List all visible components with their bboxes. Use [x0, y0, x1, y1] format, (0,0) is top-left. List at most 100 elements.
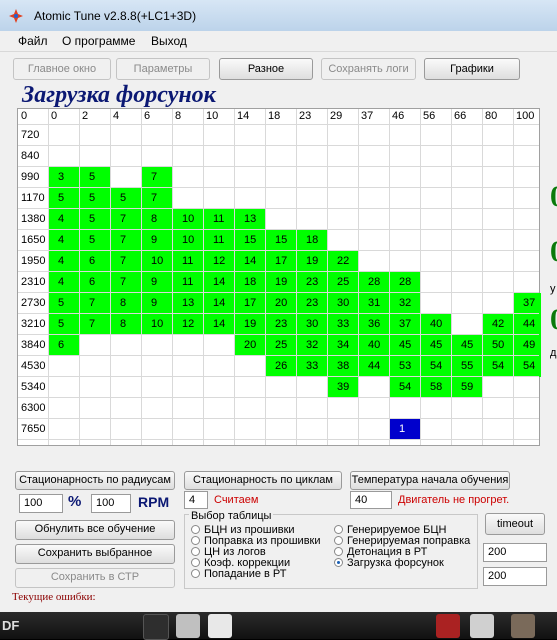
table-cell[interactable]: 17 [265, 251, 296, 272]
table-cell[interactable]: 7 [110, 230, 141, 251]
table-cell[interactable]: 54 [482, 356, 513, 377]
table-cell[interactable]: 22 [327, 251, 358, 272]
percent-input[interactable]: 100 [19, 494, 63, 513]
table-cell[interactable]: 45 [389, 335, 420, 356]
table-cell[interactable]: 6 [79, 251, 110, 272]
table-cell[interactable]: 40 [358, 335, 389, 356]
parameters-button[interactable]: Параметры [116, 58, 210, 80]
save-ctp-button[interactable]: Сохранить в СТР [15, 568, 175, 588]
table-cell[interactable]: 54 [389, 377, 420, 398]
table-cell[interactable]: 4 [48, 272, 79, 293]
taskbar-app-icon-5[interactable] [470, 614, 494, 638]
main-window-button[interactable]: Главное окно [13, 58, 111, 80]
save-logs-button[interactable]: Сохранять логи [321, 58, 416, 80]
table-cell[interactable]: 17 [234, 293, 265, 314]
menu-about[interactable]: О программе [62, 34, 135, 48]
table-cell[interactable]: 58 [420, 377, 451, 398]
table-cell[interactable]: 33 [296, 356, 327, 377]
table-cell[interactable]: 14 [234, 251, 265, 272]
table-cell[interactable]: 54 [513, 356, 541, 377]
table-cell[interactable]: 42 [482, 314, 513, 335]
count-input[interactable]: 4 [184, 491, 208, 509]
table-cell[interactable]: 49 [513, 335, 541, 356]
table-cell[interactable]: 8 [110, 293, 141, 314]
table-cell[interactable]: 54 [420, 356, 451, 377]
table-cell[interactable]: 5 [110, 188, 141, 209]
table-cell[interactable]: 28 [358, 272, 389, 293]
taskbar-app-icon-4[interactable] [436, 614, 460, 638]
table-cell[interactable]: 55 [451, 356, 482, 377]
table-cell[interactable]: 44 [358, 356, 389, 377]
table-cell[interactable]: 18 [296, 230, 327, 251]
table-cell[interactable]: 8 [110, 314, 141, 335]
table-cell[interactable]: 14 [203, 272, 234, 293]
table-cell[interactable]: 45 [420, 335, 451, 356]
value-field-1[interactable]: 200 [483, 543, 547, 562]
radio-injector-load[interactable]: Загрузка форсунок [334, 557, 444, 569]
value-field-2[interactable]: 200 [483, 567, 547, 586]
radio-hit-rt[interactable]: Попадание в РТ [191, 568, 287, 580]
table-cell[interactable]: 11 [172, 272, 203, 293]
table-cell[interactable]: 38 [327, 356, 358, 377]
table-cell[interactable]: 18 [234, 272, 265, 293]
taskbar-app-icon-1[interactable] [143, 614, 169, 640]
table-cell[interactable]: 13 [172, 293, 203, 314]
table-cell[interactable]: 14 [203, 293, 234, 314]
taskbar-app-icon-6[interactable] [511, 614, 535, 638]
table-cell[interactable]: 12 [203, 251, 234, 272]
save-selected-button[interactable]: Сохранить выбранное [15, 544, 175, 564]
table-cell[interactable]: 25 [265, 335, 296, 356]
table-cell[interactable]: 20 [265, 293, 296, 314]
table-cell[interactable]: 11 [203, 230, 234, 251]
table-cell[interactable]: 19 [265, 272, 296, 293]
table-cell[interactable]: 40 [420, 314, 451, 335]
table-cell[interactable]: 7 [110, 272, 141, 293]
charts-button[interactable]: Графики [424, 58, 520, 80]
misc-button[interactable]: Разное [219, 58, 313, 80]
table-cell[interactable]: 5 [48, 314, 79, 335]
table-cell[interactable]: 7 [110, 209, 141, 230]
table-cell-selected[interactable]: 1 [389, 419, 420, 440]
menu-file[interactable]: Файл [18, 34, 48, 48]
table-cell[interactable]: 33 [327, 314, 358, 335]
table-cell[interactable]: 37 [513, 293, 541, 314]
table-cell[interactable]: 7 [79, 293, 110, 314]
table-cell[interactable]: 28 [389, 272, 420, 293]
learning-temp-button[interactable]: Температура начала обучения [350, 471, 510, 490]
table-cell[interactable]: 23 [296, 272, 327, 293]
table-cell[interactable]: 6 [79, 272, 110, 293]
table-cell[interactable]: 20 [234, 335, 265, 356]
taskbar-app-icon-2[interactable] [176, 614, 200, 638]
table-cell[interactable]: 19 [296, 251, 327, 272]
table-cell[interactable]: 30 [296, 314, 327, 335]
table-cell[interactable]: 45 [451, 335, 482, 356]
injector-load-table[interactable]: 0 0 2 4 6 8 10 14 18 23 29 37 46 56 66 80 100 720 840 990 3 5… [17, 108, 541, 446]
table-cell[interactable]: 32 [296, 335, 327, 356]
table-cell[interactable]: 14 [203, 314, 234, 335]
table-cell[interactable]: 5 [79, 167, 110, 188]
table-cell[interactable]: 13 [234, 209, 265, 230]
table-cell[interactable]: 5 [48, 188, 79, 209]
table-cell[interactable]: 12 [172, 314, 203, 335]
table-cell[interactable]: 15 [265, 230, 296, 251]
taskbar-app-icon-3[interactable] [208, 614, 232, 638]
menu-exit[interactable]: Выход [151, 34, 187, 48]
table-cell[interactable]: 39 [327, 377, 358, 398]
table-cell[interactable]: 8 [141, 209, 172, 230]
table-cell[interactable]: 37 [389, 314, 420, 335]
table-cell[interactable]: 11 [203, 209, 234, 230]
table-cell[interactable]: 9 [141, 272, 172, 293]
table-cell[interactable]: 4 [48, 251, 79, 272]
table-cell[interactable]: 3 [48, 167, 79, 188]
table-cell[interactable]: 25 [327, 272, 358, 293]
table-cell[interactable]: 53 [389, 356, 420, 377]
table-cell[interactable]: 5 [79, 188, 110, 209]
table-cell[interactable]: 11 [172, 251, 203, 272]
table-cell[interactable]: 6 [48, 335, 79, 356]
table-cell[interactable]: 36 [358, 314, 389, 335]
table-cell[interactable]: 31 [358, 293, 389, 314]
table-cell[interactable]: 9 [141, 293, 172, 314]
table-cell[interactable]: 26 [265, 356, 296, 377]
stationarity-cycles-button[interactable]: Стационарность по циклам [184, 471, 342, 490]
table-cell[interactable]: 9 [141, 230, 172, 251]
